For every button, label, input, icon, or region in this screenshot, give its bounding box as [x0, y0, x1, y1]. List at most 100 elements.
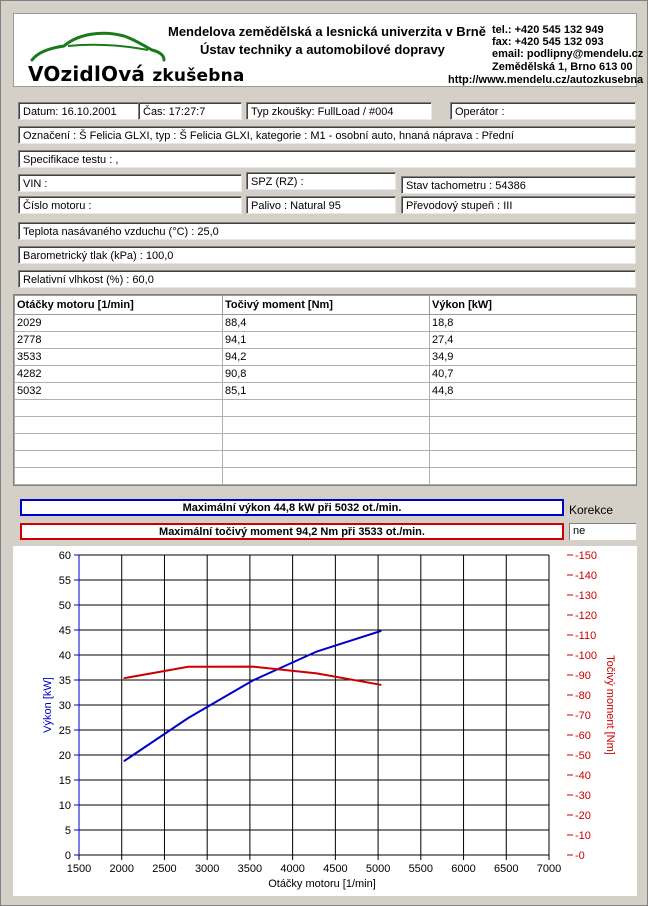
- university-name: Mendelova zemědělská a lesnická univerzi…: [168, 24, 486, 39]
- cell-torque: 85,1: [222, 382, 430, 400]
- temperature-field: Teplota nasávaného vzduchu (°C) : 25,0: [18, 222, 636, 240]
- car-logo-icon: [30, 31, 166, 62]
- contact-fax: fax: +420 545 132 093: [492, 36, 604, 48]
- table-row[interactable]: 2778 94,1 27,4: [14, 331, 636, 349]
- cell-power: [429, 450, 636, 468]
- right-tick-label: -120: [575, 610, 597, 622]
- right-tick-label: -50: [575, 750, 591, 762]
- left-tick-label: 30: [59, 700, 71, 712]
- cell-power: 34,9: [429, 348, 636, 366]
- right-tick-label: -140: [575, 570, 597, 582]
- odometer-field: Stav tachometru : 54386: [401, 176, 636, 194]
- x-tick-label: 5500: [409, 863, 433, 875]
- designation-field: Označení : Š Felicia GLXI, typ : Š Felic…: [18, 126, 636, 144]
- torque-data-point: [123, 677, 126, 679]
- right-tick-label: -60: [575, 730, 591, 742]
- cell-rpm: 2029: [14, 314, 223, 332]
- spec-field: Specifikace testu : ,: [18, 150, 636, 168]
- col-header-power: Výkon [kW]: [429, 295, 636, 315]
- table-row[interactable]: 2029 88,4 18,8: [14, 314, 636, 332]
- right-tick-label: -70: [575, 710, 591, 722]
- vin-field: VIN :: [18, 174, 242, 192]
- cell-rpm: [14, 416, 223, 434]
- right-tick-label: -20: [575, 810, 591, 822]
- performance-chart: 0 5 10 15 20 25 30 35 40 45 50 55 60 -0 -10 -20 -30 -40 -5…: [13, 546, 637, 896]
- table-row[interactable]: [14, 399, 636, 417]
- korekce-field[interactable]: ne: [569, 523, 636, 540]
- cell-torque: 94,1: [222, 331, 430, 349]
- table-row[interactable]: 5032 85,1 44,8: [14, 382, 636, 400]
- left-tick-label: 5: [65, 825, 71, 837]
- right-tick-label: -130: [575, 590, 597, 602]
- cell-power: [429, 433, 636, 451]
- right-tick-label: -40: [575, 770, 591, 782]
- cell-rpm: [14, 433, 223, 451]
- humidity-field: Relativní vlhkost (%) : 60,0: [18, 270, 636, 288]
- left-tick-label: 0: [65, 850, 71, 862]
- right-tick-label: -30: [575, 790, 591, 802]
- pressure-field: Barometrický tlak (kPa) : 100,0: [18, 246, 636, 264]
- cell-power: [429, 467, 636, 485]
- x-tick-label: 6500: [494, 863, 518, 875]
- left-tick-label: 40: [59, 650, 71, 662]
- left-axis-label: Výkon [kW]: [42, 677, 54, 733]
- cell-power: [429, 416, 636, 434]
- cell-rpm: [14, 450, 223, 468]
- table-row[interactable]: 4282 90,8 40,7: [14, 365, 636, 383]
- cell-torque: [222, 433, 430, 451]
- power-data-point: [251, 679, 254, 682]
- cell-power: 18,8: [429, 314, 636, 332]
- cell-torque: [222, 450, 430, 468]
- cell-rpm: [14, 399, 223, 417]
- power-data-point: [380, 630, 382, 632]
- left-tick-label: 45: [59, 625, 71, 637]
- torque-data-point: [380, 684, 382, 686]
- report-header: VOzidlOvá zkušebna Mendelova zemědělská …: [13, 13, 644, 87]
- logo-text-b: zkušebna: [152, 66, 245, 86]
- measurement-table[interactable]: Otáčky motoru [1/min] Točivý moment [Nm]…: [13, 294, 637, 486]
- left-tick-label: 50: [59, 600, 71, 612]
- table-row[interactable]: [14, 433, 636, 451]
- left-tick-label: 10: [59, 800, 71, 812]
- x-tick-label: 1500: [67, 863, 91, 875]
- power-series-line: [123, 630, 382, 762]
- x-tick-label: 4000: [280, 863, 304, 875]
- cell-rpm: [14, 467, 223, 485]
- x-tick-label: 4500: [323, 863, 347, 875]
- table-row[interactable]: [14, 450, 636, 468]
- left-tick-label: 25: [59, 725, 71, 737]
- cell-torque: 94,2: [222, 348, 430, 366]
- engine-number-field: Číslo motoru :: [18, 196, 242, 214]
- data-table: Otáčky motoru [1/min] Točivý moment [Nm]…: [14, 295, 636, 485]
- chart-svg: 0 5 10 15 20 25 30 35 40 45 50 55 60 -0 -10 -20 -30 -40 -5…: [42, 550, 616, 890]
- power-data-point: [123, 760, 126, 762]
- table-row[interactable]: [14, 467, 636, 485]
- table-row[interactable]: [14, 416, 636, 434]
- operator-field: Operátor :: [450, 102, 636, 120]
- fuel-field: Palivo : Natural 95: [246, 196, 396, 214]
- institute-name: Ústav techniky a automobilové dopravy: [200, 42, 445, 57]
- x-tick-label: 2000: [109, 863, 133, 875]
- max-torque-summary: Maximální točivý moment 94,2 Nm při 3533…: [20, 523, 564, 540]
- max-power-summary: Maximální výkon 44,8 kW při 5032 ot./min…: [20, 499, 564, 516]
- time-field: Čas: 17:27:7: [138, 102, 242, 120]
- logo-text: VOzidlOvá zkušebna: [28, 62, 245, 86]
- right-tick-label: -100: [575, 650, 597, 662]
- x-tick-label: 6000: [451, 863, 475, 875]
- contact-web: http://www.mendelu.cz/autozkusebna: [448, 74, 644, 86]
- contact-address: Zemědělská 1, Brno 613 00: [492, 61, 633, 73]
- right-axis-label: Točivý moment [Nm]: [604, 655, 616, 755]
- test-type-field: Typ zkoušky: FullLoad / #004: [246, 102, 432, 120]
- cell-torque: 90,8: [222, 365, 430, 383]
- power-data-point: [187, 717, 190, 719]
- x-tick-label: 7000: [537, 863, 561, 875]
- col-header-torque: Točivý moment [Nm]: [222, 295, 430, 315]
- right-tick-label: -150: [575, 550, 597, 562]
- cell-torque: 88,4: [222, 314, 430, 332]
- table-row[interactable]: 3533 94,2 34,9: [14, 348, 636, 366]
- logo-text-a: VOzidlOvá: [28, 62, 146, 86]
- left-tick-label: 15: [59, 775, 71, 787]
- torque-series-line: [124, 665, 382, 686]
- cell-power: 27,4: [429, 331, 636, 349]
- table-header-row: Otáčky motoru [1/min] Točivý moment [Nm]…: [14, 295, 636, 315]
